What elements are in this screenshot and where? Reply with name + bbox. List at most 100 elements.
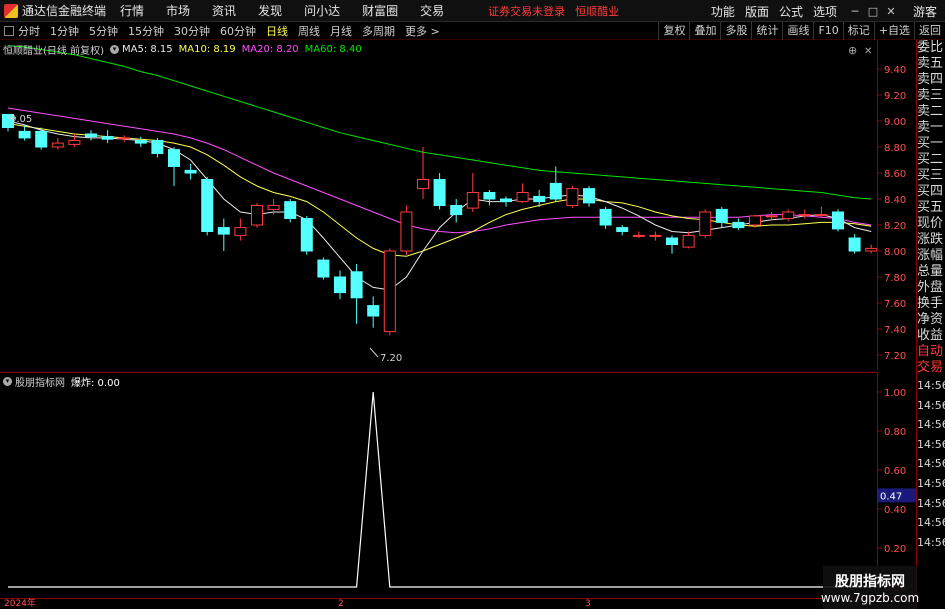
period-tab-5min[interactable]: 5分钟 [89, 23, 118, 39]
mark-button[interactable]: 标记 [842, 22, 874, 40]
chart-close-icon[interactable]: ✕ [864, 46, 872, 57]
kline-canvas[interactable]: 9.05 7.20 ⊕ ✕ [0, 40, 878, 370]
candle[interactable] [782, 209, 795, 222]
menu-item-layout[interactable]: 版面 [745, 3, 769, 20]
candle[interactable] [649, 231, 662, 241]
candle[interactable] [450, 199, 463, 223]
candle[interactable] [715, 206, 728, 228]
candle[interactable] [217, 218, 230, 252]
candle[interactable] [251, 202, 263, 228]
candle[interactable] [848, 234, 861, 254]
indicator-canvas[interactable] [0, 372, 877, 598]
toggle-square-icon[interactable] [4, 25, 14, 36]
candle[interactable] [865, 244, 878, 254]
period-tab-1min[interactable]: 1分钟 [50, 23, 79, 39]
menu-item-ask[interactable]: 问小达 [304, 2, 340, 19]
candle[interactable] [583, 186, 595, 207]
back-button[interactable]: 返回 [914, 22, 945, 40]
period-tab-timeshare[interactable]: 分时 [18, 23, 40, 39]
menu-item-news[interactable]: 资讯 [212, 2, 236, 19]
quote-row: 买一 [917, 136, 944, 151]
candle[interactable] [798, 209, 811, 219]
candle[interactable] [51, 137, 64, 150]
menu-item-options[interactable]: 选项 [813, 3, 837, 20]
menu-item-trade[interactable]: 交易 [420, 2, 444, 19]
candle[interactable] [466, 173, 479, 212]
candle[interactable] [334, 270, 346, 300]
f10-button[interactable]: F10 [813, 22, 842, 40]
statistics-button[interactable]: 统计 [751, 22, 782, 40]
toolbar-right-buttons: 复权 叠加 多股 统计 画线 F10 标记 +自选 返回 [658, 22, 945, 40]
period-tab-monthly[interactable]: 月线 [330, 23, 352, 39]
indicator-settings-icon[interactable]: ▾ [3, 376, 12, 386]
candle[interactable] [832, 209, 844, 232]
candle[interactable] [151, 137, 164, 158]
candle[interactable] [367, 296, 380, 328]
menu-item-discover[interactable]: 发现 [258, 2, 282, 19]
candle[interactable] [184, 163, 197, 180]
period-tab-60min[interactable]: 60分钟 [220, 23, 256, 39]
candle[interactable] [433, 173, 446, 210]
period-tab-weekly[interactable]: 周线 [298, 23, 320, 39]
candle[interactable] [500, 196, 512, 207]
candle[interactable] [284, 199, 297, 223]
candle[interactable] [599, 206, 612, 229]
menu-item-market[interactable]: 市场 [166, 2, 190, 19]
indicator-line [8, 391, 872, 588]
menu-item-quotes[interactable]: 行情 [120, 2, 144, 19]
menu-item-function[interactable]: 功能 [711, 3, 735, 20]
candle[interactable] [566, 186, 579, 209]
candle[interactable] [234, 218, 247, 241]
indicator-marker: 0.47 [880, 491, 902, 502]
candle[interactable] [632, 231, 645, 239]
candle[interactable] [101, 130, 114, 144]
period-tab-15min[interactable]: 15分钟 [128, 23, 164, 39]
legend-settings-icon[interactable]: ▾ [109, 44, 119, 54]
menu-item-wealth[interactable]: 财富圈 [362, 2, 398, 19]
candle[interactable] [765, 212, 778, 220]
candle[interactable] [85, 130, 97, 141]
candle[interactable] [300, 215, 313, 255]
main-legend: 恒顺醋业(日线 前复权) ▾ MA5: 8.15 MA10: 8.19 MA20… [3, 42, 368, 57]
candle[interactable] [815, 206, 828, 218]
close-icon[interactable]: ✕ [883, 5, 899, 18]
login-alert[interactable]: 证券交易未登录 [488, 3, 565, 19]
trade-time: 14:56 [917, 398, 945, 412]
add-watchlist-button[interactable]: +自选 [873, 22, 914, 40]
guest-label[interactable]: 游客 [913, 3, 937, 20]
maximize-icon[interactable]: □ [865, 5, 881, 18]
indicator-chart[interactable]: ▾ 股朋指标网 爆炸: 0.00 [0, 372, 877, 598]
candle[interactable] [616, 225, 629, 236]
quote-row: 涨跌 [917, 232, 944, 247]
candle[interactable] [483, 189, 496, 206]
minimize-icon[interactable]: ─ [847, 5, 863, 18]
menu-item-formula[interactable]: 公式 [779, 3, 803, 20]
watermark-line2: www.7gpzb.com [820, 590, 920, 605]
legend-ma20: MA20: 8.20 [241, 43, 299, 55]
candle[interactable] [383, 248, 396, 336]
candle[interactable] [134, 136, 147, 147]
candle[interactable] [350, 264, 363, 324]
kline-chart[interactable]: 9.05 7.20 ⊕ ✕ 恒顺醋业(日线 前复权) ▾ MA5: 8.15 M… [0, 40, 878, 370]
candle[interactable] [168, 147, 180, 186]
candle[interactable] [699, 209, 712, 238]
candle[interactable] [516, 183, 529, 203]
overlay-button[interactable]: 叠加 [689, 22, 720, 40]
multi-stock-button[interactable]: 多股 [720, 22, 751, 40]
zoom-icon[interactable]: ⊕ [848, 44, 857, 57]
candle[interactable] [417, 147, 429, 199]
period-tab-multi[interactable]: 多周期 [362, 23, 395, 39]
candle[interactable] [201, 176, 214, 236]
quote-row: 卖一 [917, 120, 944, 135]
candle[interactable] [400, 205, 413, 255]
candle[interactable] [682, 231, 695, 249]
candle[interactable] [118, 135, 131, 142]
period-tab-more[interactable]: 更多 > [405, 23, 440, 39]
period-tab-30min[interactable]: 30分钟 [174, 23, 210, 39]
candle[interactable] [666, 235, 678, 254]
draw-line-button[interactable]: 画线 [782, 22, 813, 40]
candle[interactable] [732, 218, 745, 231]
period-tab-daily[interactable]: 日线 [266, 23, 288, 39]
adjust-button[interactable]: 复权 [658, 22, 689, 40]
candle[interactable] [317, 257, 330, 280]
